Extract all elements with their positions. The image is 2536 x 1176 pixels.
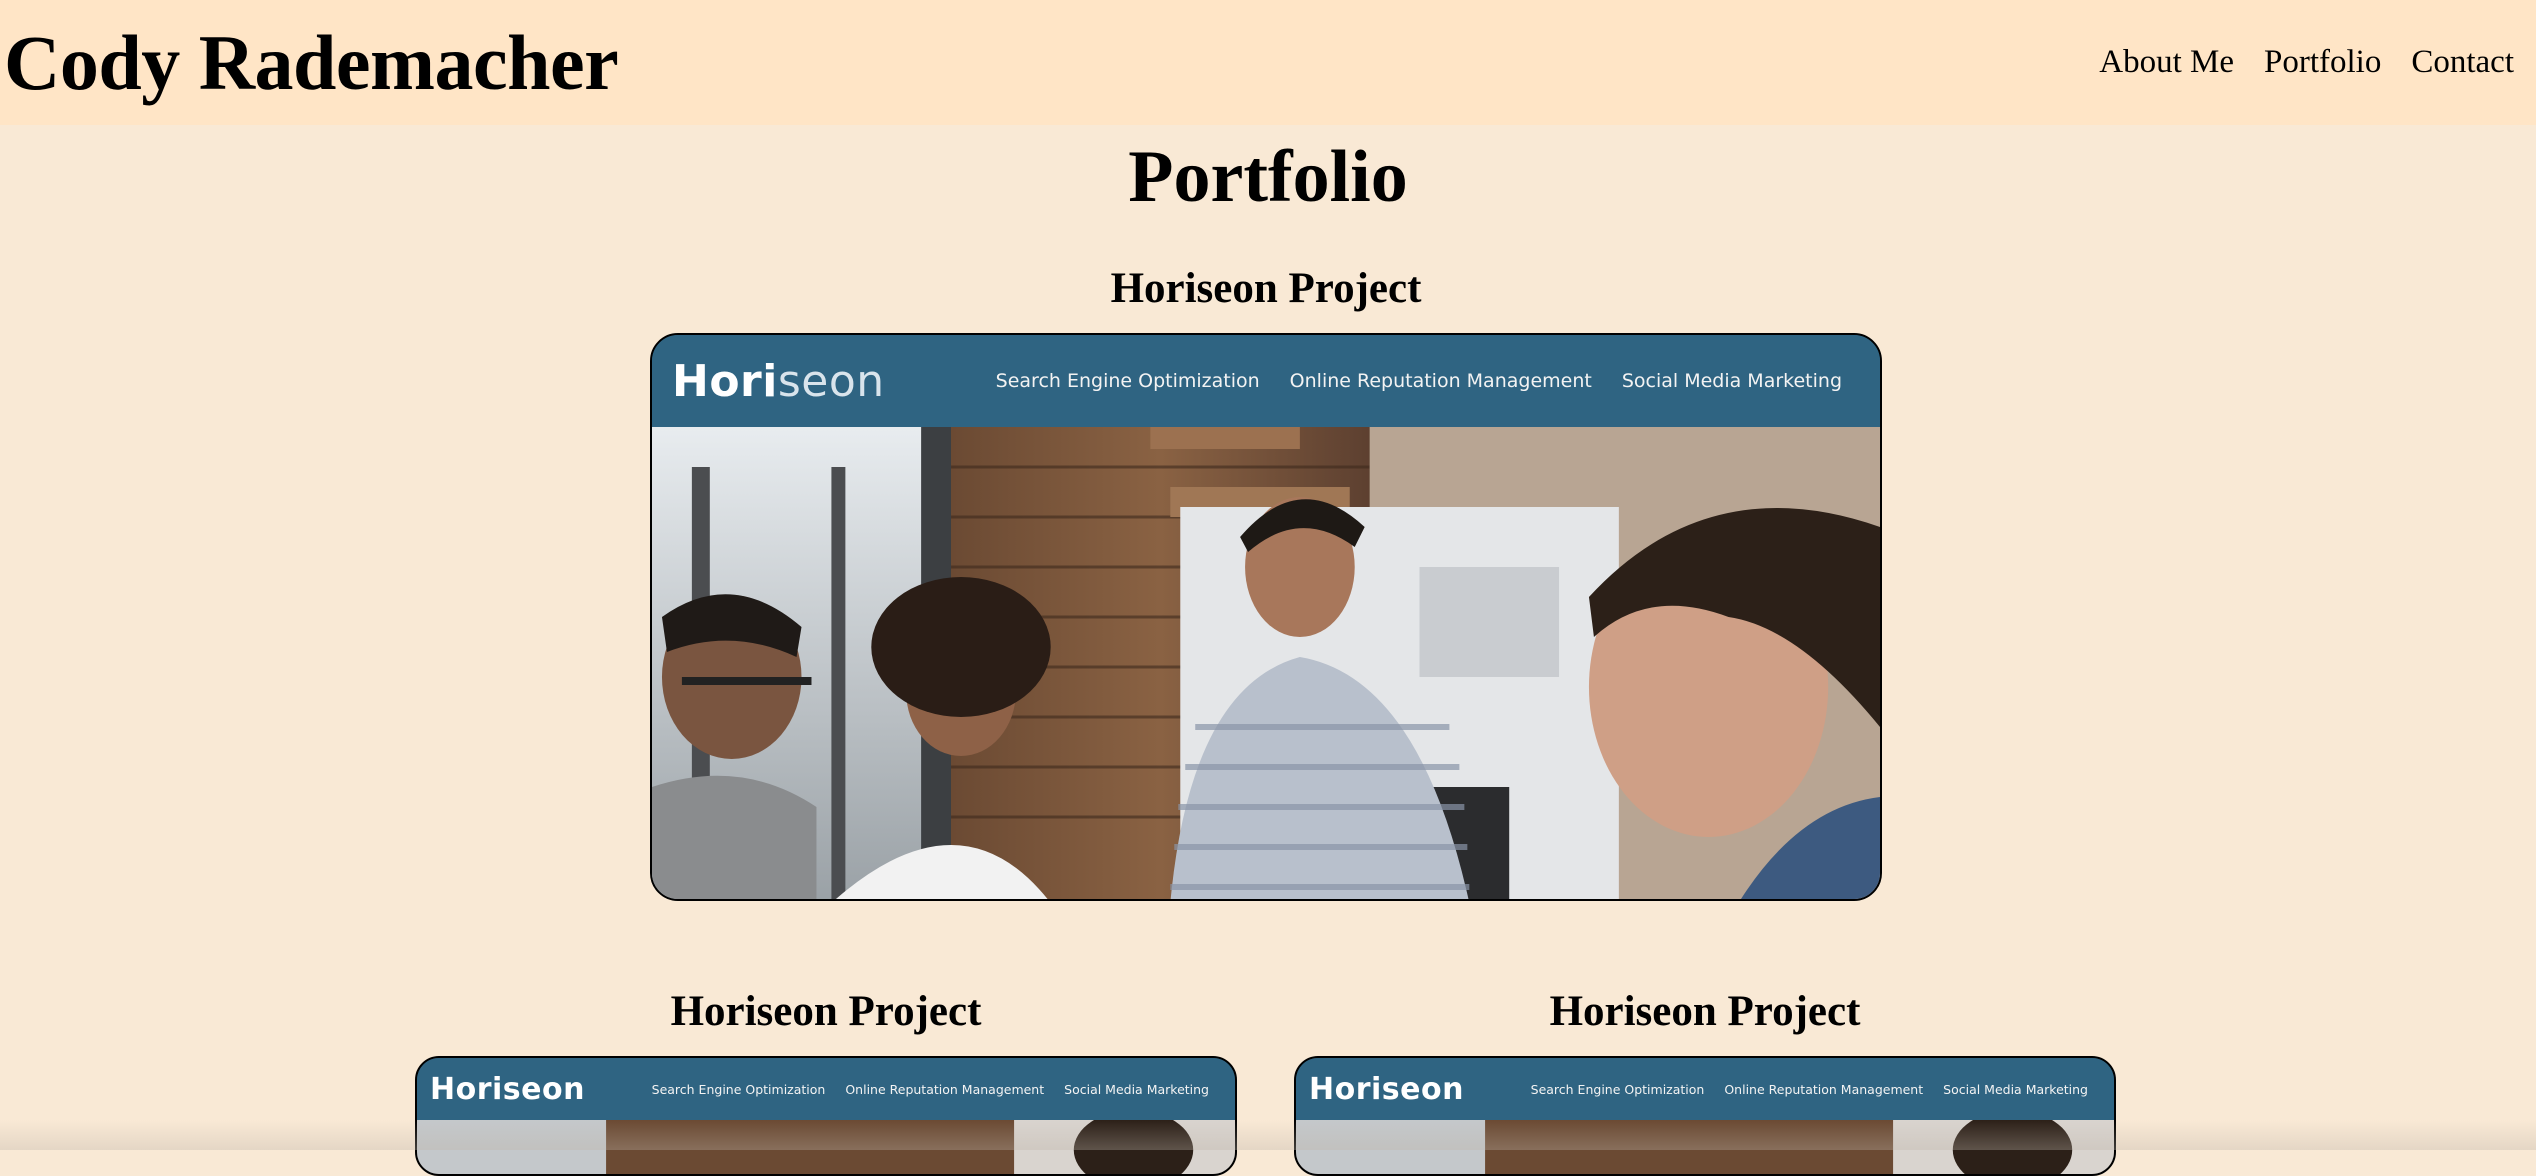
preview-nav-item: Social Media Marketing [1943, 1081, 2088, 1097]
project-title: Horiseon Project [1110, 265, 1422, 312]
project-title: Horiseon Project [670, 988, 982, 1035]
page-heading: Portfolio [1128, 136, 1408, 218]
preview-nav-item: Social Media Marketing [1621, 370, 1842, 392]
project-screenshot[interactable]: Horiseon Search Engine Optimization Onli… [415, 1056, 1237, 1176]
preview-nav-item: Search Engine Optimization [651, 1081, 826, 1097]
preview-nav-item: Social Media Marketing [1064, 1081, 1209, 1097]
preview-nav-item: Online Reputation Management [1724, 1081, 1924, 1097]
preview-header: Horiseon Search Engine Optimization Onli… [1296, 1058, 2114, 1120]
main-nav: About Me Portfolio Contact [2099, 46, 2514, 79]
preview-nav: Search Engine Optimization Online Reputa… [1531, 1082, 2088, 1097]
project-title: Horiseon Project [1549, 988, 1861, 1035]
project-screenshot[interactable]: Horiseon Search Engine Optimization Onli… [650, 333, 1882, 901]
nav-link-about-me[interactable]: About Me [2099, 46, 2234, 79]
nav-link-portfolio[interactable]: Portfolio [2264, 46, 2381, 79]
project-screenshot[interactable]: Horiseon Search Engine Optimization Onli… [1294, 1056, 2116, 1176]
preview-header: Horiseon Search Engine Optimization Onli… [417, 1058, 1235, 1120]
preview-header: Horiseon Search Engine Optimization Onli… [652, 335, 1880, 427]
team-meeting-photo [652, 427, 1880, 899]
preview-logo: Horiseon [672, 355, 885, 407]
scroll-fade [0, 1120, 2536, 1150]
preview-nav: Search Engine Optimization Online Reputa… [996, 370, 1842, 392]
site-title: Cody Rademacher [4, 18, 619, 106]
preview-nav-item: Online Reputation Management [845, 1081, 1045, 1097]
preview-nav-item: Search Engine Optimization [995, 370, 1260, 392]
preview-nav: Search Engine Optimization Online Reputa… [652, 1082, 1209, 1097]
preview-logo: Horiseon [1309, 1071, 1464, 1107]
nav-link-contact[interactable]: Contact [2411, 46, 2514, 79]
preview-nav-item: Search Engine Optimization [1530, 1081, 1705, 1097]
preview-logo: Horiseon [430, 1071, 585, 1107]
site-header: Cody Rademacher About Me Portfolio Conta… [0, 0, 2536, 125]
preview-nav-item: Online Reputation Management [1289, 370, 1592, 392]
